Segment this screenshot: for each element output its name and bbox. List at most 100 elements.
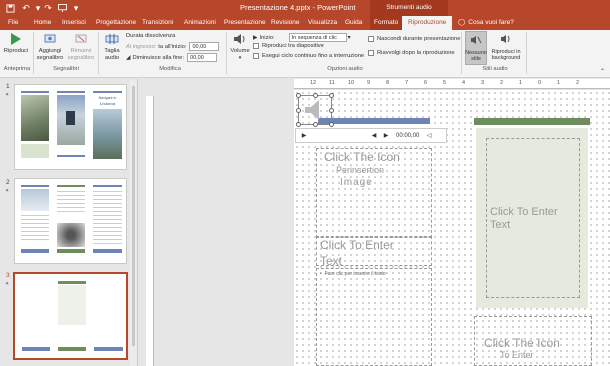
trim-audio-button[interactable]: Taglia audio — [100, 32, 124, 62]
tab-revisione[interactable]: Revisione — [271, 16, 300, 30]
resize-handle[interactable] — [329, 122, 334, 127]
collapse-ribbon-icon[interactable]: ⌃ — [600, 68, 605, 75]
bar — [57, 249, 85, 253]
scrollbar-thumb[interactable] — [132, 86, 135, 346]
tab-inserisci[interactable]: Inserisci — [62, 16, 86, 30]
tab-riproduzione[interactable]: Riproduzione — [402, 16, 453, 30]
resize-handle[interactable] — [296, 108, 301, 113]
slide-thumbnail-3[interactable] — [13, 272, 128, 360]
hide-row[interactable]: Nascondi durante presentazione — [368, 36, 460, 42]
group-anteprima-label: Anteprima — [3, 66, 31, 72]
bar — [57, 185, 85, 187]
rewind-checkbox[interactable] — [368, 50, 374, 56]
right-text-placeholder-text2: Text — [490, 219, 511, 231]
slide-number-3: 3 — [6, 272, 10, 279]
play-background-icon — [500, 33, 512, 47]
text-block — [21, 144, 49, 158]
audio-object-selection[interactable] — [296, 93, 334, 127]
slide-thumbnail-1[interactable]: Navigare in Lisbona — [14, 84, 127, 170]
across-slides-row[interactable]: Riproduci tra diapositive — [253, 43, 324, 49]
ruler-tick-label: 3 — [481, 80, 485, 86]
text-lines — [57, 191, 85, 215]
tab-visualizza[interactable]: Visualizza — [308, 16, 337, 30]
volume-button[interactable]: Volume ▾ — [228, 32, 252, 62]
thumbnails-scrollbar[interactable] — [130, 80, 137, 366]
redo-icon[interactable]: ↷ — [42, 2, 54, 14]
start-select-chevron-icon[interactable]: ▾ — [348, 35, 351, 41]
thumb2-panel-left — [19, 183, 51, 257]
remove-bookmark-button[interactable]: Rimuovi segnalibro — [66, 32, 96, 62]
resize-handle[interactable] — [313, 93, 318, 98]
bar — [21, 249, 49, 253]
bar — [94, 347, 123, 351]
undo-icon[interactable]: ↶ — [20, 2, 32, 14]
tab-progettazione[interactable]: Progettazione — [96, 16, 136, 30]
group-separator — [526, 32, 527, 74]
remove-bookmark-icon — [74, 32, 88, 46]
tab-guida[interactable]: Guida — [345, 16, 362, 30]
resize-handle[interactable] — [296, 93, 301, 98]
fade-out-input[interactable]: 00,00 — [187, 53, 218, 62]
play-icon — [9, 32, 23, 46]
tab-formato[interactable]: Formato — [370, 16, 403, 30]
resize-handle[interactable] — [329, 108, 334, 113]
play-button[interactable]: Riproduci — [3, 32, 29, 55]
slide-number-1: 1 — [6, 83, 10, 90]
vertical-ruler — [146, 96, 154, 366]
speaker-icon — [233, 32, 247, 46]
transition-star-icon: ✦ — [5, 281, 10, 287]
start-select[interactable]: In sequenza di clic — [288, 33, 347, 42]
tab-transizioni[interactable]: Transizioni — [142, 16, 173, 30]
thumb-title-line1: Navigare in — [98, 96, 117, 100]
tell-me-box[interactable]: ◯ Cosa vuoi fare? — [458, 16, 514, 30]
qat-more-icon[interactable]: ▾ — [70, 2, 82, 14]
no-style-button[interactable]: Nessuno stile — [465, 31, 487, 65]
fade-duration-label: Durata dissolvenza — [126, 33, 176, 39]
player-rewind-icon[interactable]: ◀ — [368, 129, 380, 142]
volume-label: Volume — [230, 48, 250, 54]
add-bookmark-icon — [43, 32, 57, 46]
start-icon: ▶ — [253, 34, 258, 41]
fade-in-input[interactable]: 00,00 — [189, 42, 220, 51]
resize-handle[interactable] — [296, 122, 301, 127]
right-picture-placeholder-text2: To Enter — [500, 350, 534, 360]
tab-presentazione[interactable]: Presentazione — [224, 16, 266, 30]
text-lines — [93, 191, 122, 247]
slide-thumbnail-2[interactable] — [14, 178, 127, 264]
ruler-tick-label: 8 — [386, 80, 390, 86]
ruler-tick-label: 1 — [519, 80, 523, 86]
thumb3-panel-middle — [56, 279, 88, 355]
ruler-tick-label: 4 — [462, 80, 466, 86]
play-background-button[interactable]: Riproduci in background — [490, 31, 522, 65]
player-play-icon[interactable]: ▶ — [298, 129, 310, 142]
left-text-placeholder-text2: Text — [320, 254, 343, 268]
right-text-placeholder[interactable] — [486, 138, 580, 298]
thumb1-panel-middle — [55, 89, 87, 163]
ruler-tick-label: 11 — [329, 80, 335, 86]
left-picture-placeholder-text3: Image — [340, 177, 373, 188]
bar — [93, 91, 122, 93]
start-label: Inizio: — [259, 34, 275, 41]
loop-checkbox[interactable] — [253, 53, 259, 59]
thumb2-panel-right — [91, 183, 124, 257]
slide-thumbnails-panel: 1 ✦ Navigare in Lisbona 2 ✦ 3 ✦ — [0, 79, 138, 366]
group-separator — [226, 32, 227, 74]
player-volume-icon[interactable]: ◁ — [423, 129, 435, 142]
hide-checkbox[interactable] — [368, 36, 374, 42]
presenter-icon[interactable] — [56, 2, 68, 14]
rewind-row[interactable]: Riavvolgi dopo la riproduzione — [368, 50, 455, 56]
start-select-value: In sequenza di clic — [291, 35, 337, 41]
player-timeline[interactable] — [314, 132, 354, 140]
across-slides-checkbox[interactable] — [253, 43, 259, 49]
tab-home[interactable]: Home — [34, 16, 51, 30]
resize-handle[interactable] — [313, 122, 318, 127]
loop-row[interactable]: Esegui ciclo continuo fino a interruzion… — [253, 53, 364, 59]
left-bullet-placeholder[interactable] — [316, 268, 432, 366]
add-bookmark-button[interactable]: Aggiungi segnalibro — [35, 32, 65, 62]
tab-animazioni[interactable]: Animazioni — [184, 16, 216, 30]
resize-handle[interactable] — [329, 93, 334, 98]
tab-file[interactable]: File — [8, 16, 18, 30]
save-icon[interactable] — [4, 2, 16, 14]
player-forward-icon[interactable]: ▶ — [380, 129, 392, 142]
fade-duration-title: Durata dissolvenza — [126, 33, 175, 39]
